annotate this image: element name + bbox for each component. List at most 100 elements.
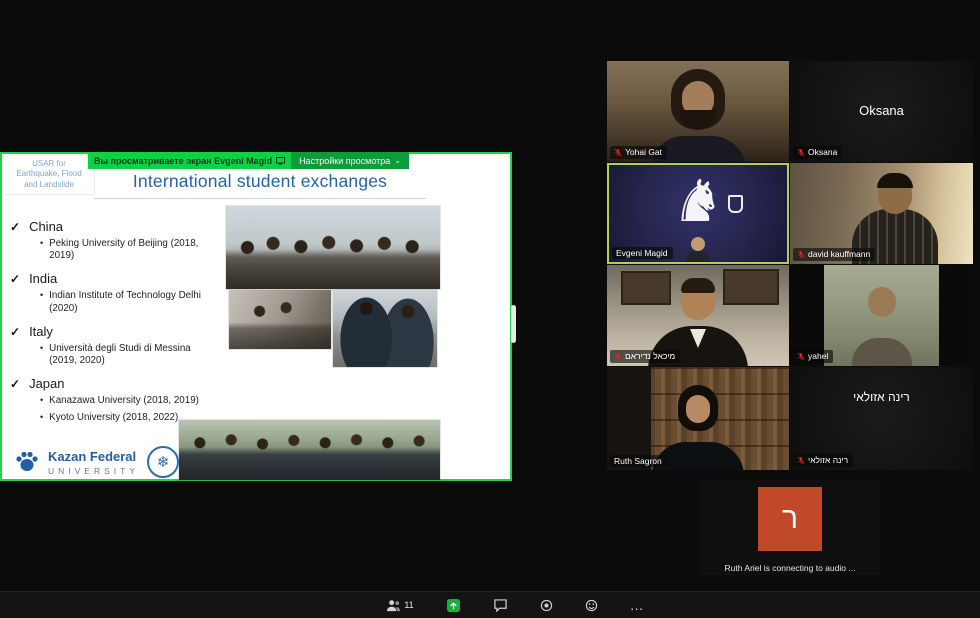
- list-sub-item: • Peking University of Beijing (2018, 20…: [40, 238, 218, 262]
- record-button[interactable]: [540, 599, 553, 612]
- slide-photo-outdoor-group: [179, 420, 440, 480]
- video-tile-ruth-sagron[interactable]: Ruth Sagron: [607, 367, 789, 470]
- participants-button[interactable]: 11: [386, 599, 413, 612]
- list-item: ✓ Italy: [10, 324, 224, 339]
- participant-name: Evgeni Magid: [616, 249, 668, 258]
- list-sub-item: • Indian Institute of Technology Delhi (…: [40, 290, 218, 314]
- avatar-initial: ר: [782, 502, 798, 536]
- lion-emblem-icon: ♞: [662, 167, 734, 237]
- snowflake-glyph: ❄: [157, 453, 170, 471]
- muted-mic-icon: [614, 148, 622, 157]
- screen-icon: [276, 157, 285, 165]
- person-silhouette: [691, 237, 705, 251]
- avatar: ר: [758, 487, 822, 551]
- muted-mic-icon: [797, 352, 805, 361]
- muted-mic-icon: [797, 148, 805, 157]
- participant-name-tag: Oksana: [793, 146, 842, 159]
- participant-placeholder-name: רינה אזולאי: [790, 390, 973, 404]
- list-item: ✓ China: [10, 219, 224, 234]
- university-detail: Kyoto University (2018, 2022): [49, 412, 178, 424]
- video-tile-evgeni-magid[interactable]: ♞ Evgeni Magid: [607, 163, 789, 264]
- slide-photo-robot-lab: [229, 290, 331, 349]
- reactions-button[interactable]: [585, 599, 598, 612]
- participant-name: Yohai Gat: [625, 148, 662, 157]
- participant-name: Oksana: [808, 148, 837, 157]
- video-tile-rina[interactable]: רינה אזולאי רינה אזולאי: [790, 367, 973, 470]
- kfu-logo: Kazan Federal UNIVERSITY ❄: [14, 446, 179, 478]
- zoom-meeting-window: USAR for Earthquake, Flood and Landslide…: [0, 0, 980, 618]
- paw-print-icon: [14, 449, 40, 475]
- slide-corner-label: USAR for Earthquake, Flood and Landslide: [4, 156, 95, 195]
- university-detail: Università degli Studi di Messina (2019,…: [49, 343, 218, 367]
- viewing-banner-text: Вы просматриваете экран Evgeni Magid: [88, 152, 291, 169]
- participant-name-tag: david kauffmann: [793, 248, 875, 261]
- kfu-logo-text: Kazan Federal UNIVERSITY: [48, 449, 139, 476]
- check-icon: ✓: [10, 325, 20, 339]
- participant-name-tag: רינה אזולאי: [793, 454, 853, 467]
- country-name: India: [29, 271, 57, 286]
- country-name: Japan: [29, 376, 64, 391]
- slide-photo-classroom-group: [226, 206, 440, 289]
- country-name: Italy: [29, 324, 53, 339]
- participant-placeholder-name: Oksana: [790, 103, 973, 118]
- bullet-icon: •: [40, 238, 43, 262]
- list-sub-item: • Università degli Studi di Messina (201…: [40, 343, 218, 367]
- bullet-icon: •: [40, 343, 43, 367]
- kfu-logo-subtitle: UNIVERSITY: [48, 466, 139, 476]
- slide-photo-student-pair: [333, 290, 437, 367]
- participants-icon: [386, 599, 401, 612]
- viewing-text: Вы просматриваете экран Evgeni Magid: [94, 156, 272, 166]
- participant-name: david kauffmann: [808, 250, 870, 259]
- participant-name-tag: Ruth Sagron: [610, 455, 667, 468]
- picture-frame: [723, 269, 779, 305]
- video-tile-david-kauffmann[interactable]: david kauffmann: [790, 163, 973, 264]
- more-button[interactable]: …: [630, 600, 644, 610]
- video-tile-yohai-gat[interactable]: Yohai Gat: [607, 61, 789, 162]
- check-icon: ✓: [10, 377, 20, 391]
- reactions-icon: [585, 599, 598, 612]
- video-tile-yahel[interactable]: yahel: [790, 265, 973, 366]
- view-settings-button[interactable]: Настройки просмотра ⌄: [291, 152, 409, 169]
- participants-count: 11: [404, 600, 413, 610]
- share-screen-button[interactable]: [446, 598, 461, 613]
- record-icon: [540, 599, 553, 612]
- person-silhouette: [685, 251, 711, 264]
- screen-share-banner: Вы просматриваете экран Evgeni Magid Нас…: [88, 152, 409, 169]
- university-detail: Peking University of Beijing (2018, 2019…: [49, 238, 218, 262]
- list-item: ✓ India: [10, 271, 224, 286]
- video-tile-oksana[interactable]: Oksana Oksana: [790, 61, 973, 162]
- bullet-icon: •: [40, 412, 43, 424]
- chat-button[interactable]: [493, 599, 508, 612]
- university-detail: Indian Institute of Technology Delhi (20…: [49, 290, 218, 314]
- muted-mic-icon: [797, 456, 805, 465]
- list-item: ✓ Japan: [10, 376, 224, 391]
- chevron-down-icon: ⌄: [394, 157, 401, 165]
- share-screen-icon: [446, 598, 461, 613]
- exchange-list: ✓ China • Peking University of Beijing (…: [10, 210, 224, 424]
- video-tile-michael[interactable]: מיכאל נדיראם: [607, 265, 789, 366]
- kfu-logo-name: Kazan Federal: [48, 449, 139, 464]
- connecting-status-text: Ruth Ariel is connecting to audio ...: [688, 563, 892, 573]
- participant-name: yahel: [808, 352, 828, 361]
- panel-resize-handle[interactable]: [511, 305, 516, 343]
- country-name: China: [29, 219, 63, 234]
- view-settings-label: Настройки просмотра: [299, 156, 390, 166]
- shared-screen-slide: USAR for Earthquake, Flood and Landslide…: [0, 152, 512, 481]
- list-sub-item: • Kanazawa University (2018, 2019): [40, 395, 218, 407]
- participant-name: Ruth Sagron: [614, 457, 662, 466]
- participant-name-tag: Evgeni Magid: [612, 247, 673, 260]
- university-detail: Kanazawa University (2018, 2019): [49, 395, 199, 407]
- meeting-toolbar: 11 …: [0, 591, 980, 618]
- bullet-icon: •: [40, 395, 43, 407]
- participant-name-tag: Yohai Gat: [610, 146, 667, 159]
- picture-frame: [621, 271, 671, 305]
- check-icon: ✓: [10, 220, 20, 234]
- muted-mic-icon: [614, 352, 622, 361]
- participant-name-tag: yahel: [793, 350, 833, 363]
- video-tile-ruth-ariel[interactable]: ר Ruth Ariel is connecting to audio ...: [700, 480, 880, 575]
- snowflake-emblem-icon: ❄: [147, 446, 179, 478]
- slide-title: International student exchanges: [94, 171, 426, 199]
- muted-mic-icon: [797, 250, 805, 259]
- chat-icon: [493, 599, 508, 612]
- participant-name: רינה אזולאי: [808, 456, 848, 465]
